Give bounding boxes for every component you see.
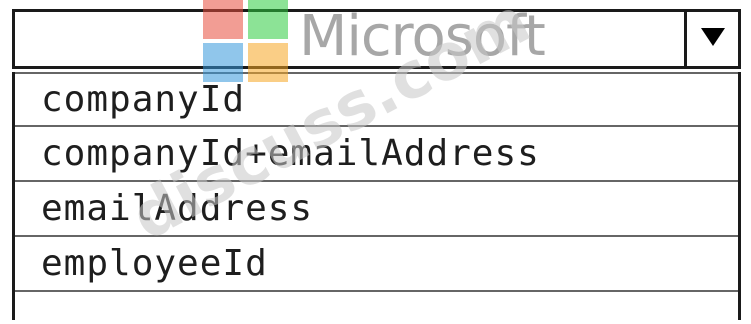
dropdown-option[interactable]: companyId+emailAddress (15, 127, 738, 182)
dropdown-option[interactable]: emailAddress (15, 182, 738, 237)
dropdown-option[interactable]: companyId (15, 72, 738, 127)
dropdown-screenshot: companyId companyId+emailAddress emailAd… (0, 0, 751, 324)
triangle-down-icon (700, 26, 726, 53)
dropdown-toggle-button[interactable] (684, 12, 738, 66)
dropdown-options-list: companyId companyId+emailAddress emailAd… (12, 72, 741, 320)
select-dropdown[interactable] (12, 9, 741, 69)
dropdown-option[interactable]: employeeId (15, 237, 738, 292)
